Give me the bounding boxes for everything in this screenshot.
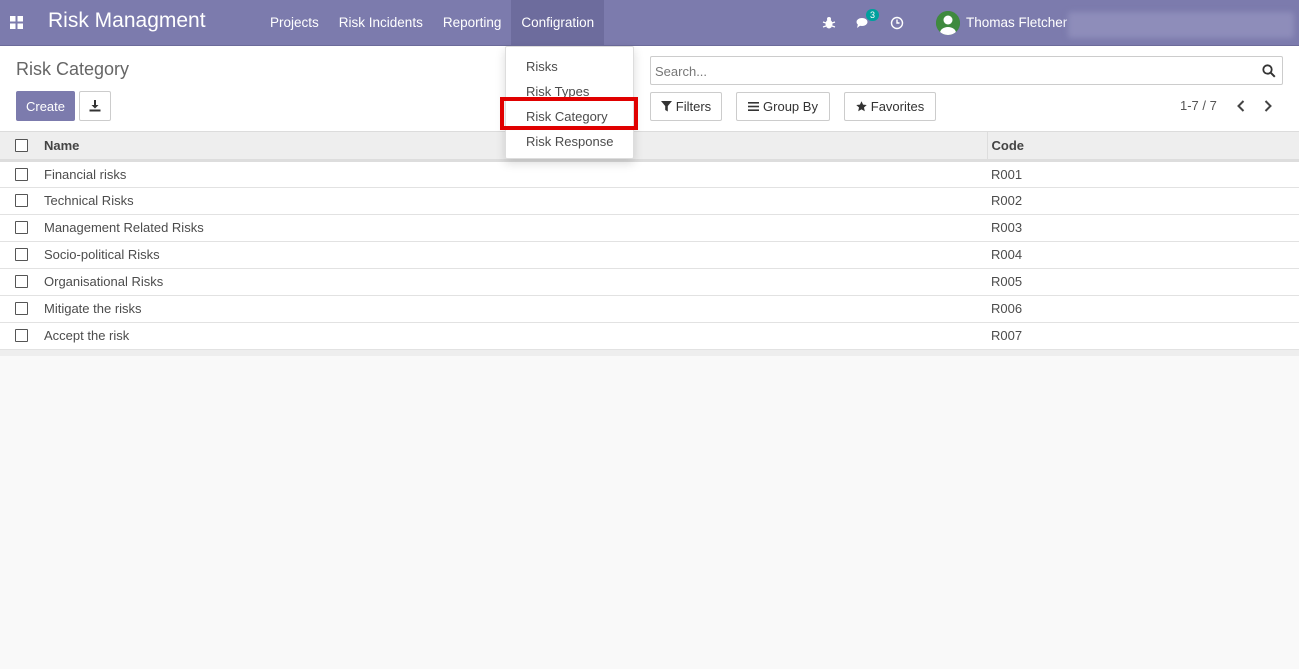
row-checkbox[interactable] xyxy=(15,302,28,315)
header-code[interactable]: Code xyxy=(987,132,1299,162)
table-row[interactable]: Socio-political Risks R004 xyxy=(0,241,1299,269)
pager-value[interactable]: 1-7 / 7 xyxy=(1180,98,1217,113)
menu-reporting[interactable]: Reporting xyxy=(433,0,512,45)
bug-icon[interactable] xyxy=(820,14,838,32)
group-by-button[interactable]: Group By xyxy=(736,92,830,121)
bars-icon xyxy=(748,102,760,111)
menu-projects[interactable]: Projects xyxy=(260,0,329,45)
row-name: Mitigate the risks xyxy=(40,295,987,323)
user-menu[interactable]: Thomas Fletcher xyxy=(936,10,1068,35)
pager-previous-icon[interactable] xyxy=(1233,98,1249,114)
favorites-button[interactable]: Favorites xyxy=(844,92,936,121)
main-menu: Projects Risk Incidents Reporting Config… xyxy=(260,0,605,45)
user-name: Thomas Fletcher xyxy=(966,15,1068,30)
row-name: Management Related Risks xyxy=(40,214,987,242)
dropdown-item-risk-response[interactable]: Risk Response xyxy=(526,134,613,149)
group-by-label: Group By xyxy=(763,99,818,114)
search-input[interactable] xyxy=(655,61,1245,81)
avatar xyxy=(936,10,960,35)
table-row[interactable]: Mitigate the risks R006 xyxy=(0,295,1299,323)
search-icon[interactable] xyxy=(1262,64,1276,78)
table-row[interactable]: Financial risks R001 xyxy=(0,160,1299,188)
row-code: R002 xyxy=(987,187,1299,215)
risk-category-table: Name Code Financial risks R001 Technical… xyxy=(0,132,1299,350)
table-header-row: Name Code xyxy=(0,132,1299,162)
row-checkbox[interactable] xyxy=(15,275,28,288)
table-footer xyxy=(0,350,1299,356)
row-code: R004 xyxy=(987,241,1299,269)
row-name: Socio-political Risks xyxy=(40,241,987,269)
row-checkbox[interactable] xyxy=(15,167,28,181)
control-panel: Risk Category Create Filters Group By Fa… xyxy=(0,46,1299,132)
messages-icon[interactable]: 3 xyxy=(854,8,880,32)
dropdown-item-risks[interactable]: Risks xyxy=(526,59,558,74)
row-name: Organisational Risks xyxy=(40,268,987,296)
systray: 3 Thomas Fletcher xyxy=(820,0,1067,45)
star-icon xyxy=(856,101,867,112)
page-title: Risk Category xyxy=(16,59,130,79)
highlight-box xyxy=(500,97,638,130)
select-all-checkbox[interactable] xyxy=(15,138,28,152)
download-button[interactable] xyxy=(79,91,111,121)
row-check-cell xyxy=(0,268,40,296)
row-check-cell xyxy=(0,295,40,323)
messages-badge: 3 xyxy=(866,8,880,21)
row-check-cell xyxy=(0,241,40,269)
row-code: R007 xyxy=(987,322,1299,350)
top-navbar: Risk Managment Projects Risk Incidents R… xyxy=(0,0,1299,46)
table-row[interactable]: Management Related Risks R003 xyxy=(0,214,1299,242)
row-check-cell xyxy=(0,214,40,242)
row-code: R005 xyxy=(987,268,1299,296)
row-name: Technical Risks xyxy=(40,187,987,215)
filter-icon xyxy=(660,101,672,112)
create-button[interactable]: Create xyxy=(16,91,75,121)
menu-risk-incidents[interactable]: Risk Incidents xyxy=(329,0,433,45)
redacted-area xyxy=(1068,12,1294,38)
row-check-cell xyxy=(0,160,40,188)
menu-configration[interactable]: Configration xyxy=(511,0,605,45)
row-code: R003 xyxy=(987,214,1299,242)
favorites-label: Favorites xyxy=(870,99,925,114)
row-checkbox[interactable] xyxy=(15,194,28,207)
clock-icon[interactable] xyxy=(888,14,906,32)
apps-menu-icon[interactable] xyxy=(0,0,32,45)
row-code: R006 xyxy=(987,295,1299,323)
row-check-cell xyxy=(0,187,40,215)
app-brand[interactable]: Risk Managment xyxy=(48,9,206,33)
row-code: R001 xyxy=(987,160,1299,188)
row-checkbox[interactable] xyxy=(15,329,28,342)
table-row[interactable]: Technical Risks R002 xyxy=(0,187,1299,215)
table-row[interactable]: Accept the risk R007 xyxy=(0,322,1299,350)
row-name: Accept the risk xyxy=(40,322,987,350)
row-check-cell xyxy=(0,322,40,350)
row-checkbox[interactable] xyxy=(15,221,28,234)
row-checkbox[interactable] xyxy=(15,248,28,261)
download-icon xyxy=(89,100,101,112)
search-box xyxy=(650,56,1283,85)
filters-label: Filters xyxy=(675,99,712,114)
pager-next-icon[interactable] xyxy=(1260,98,1276,114)
row-name: Financial risks xyxy=(40,160,987,188)
filters-button[interactable]: Filters xyxy=(650,92,722,121)
table-row[interactable]: Organisational Risks R005 xyxy=(0,268,1299,296)
select-all-cell xyxy=(0,132,40,162)
